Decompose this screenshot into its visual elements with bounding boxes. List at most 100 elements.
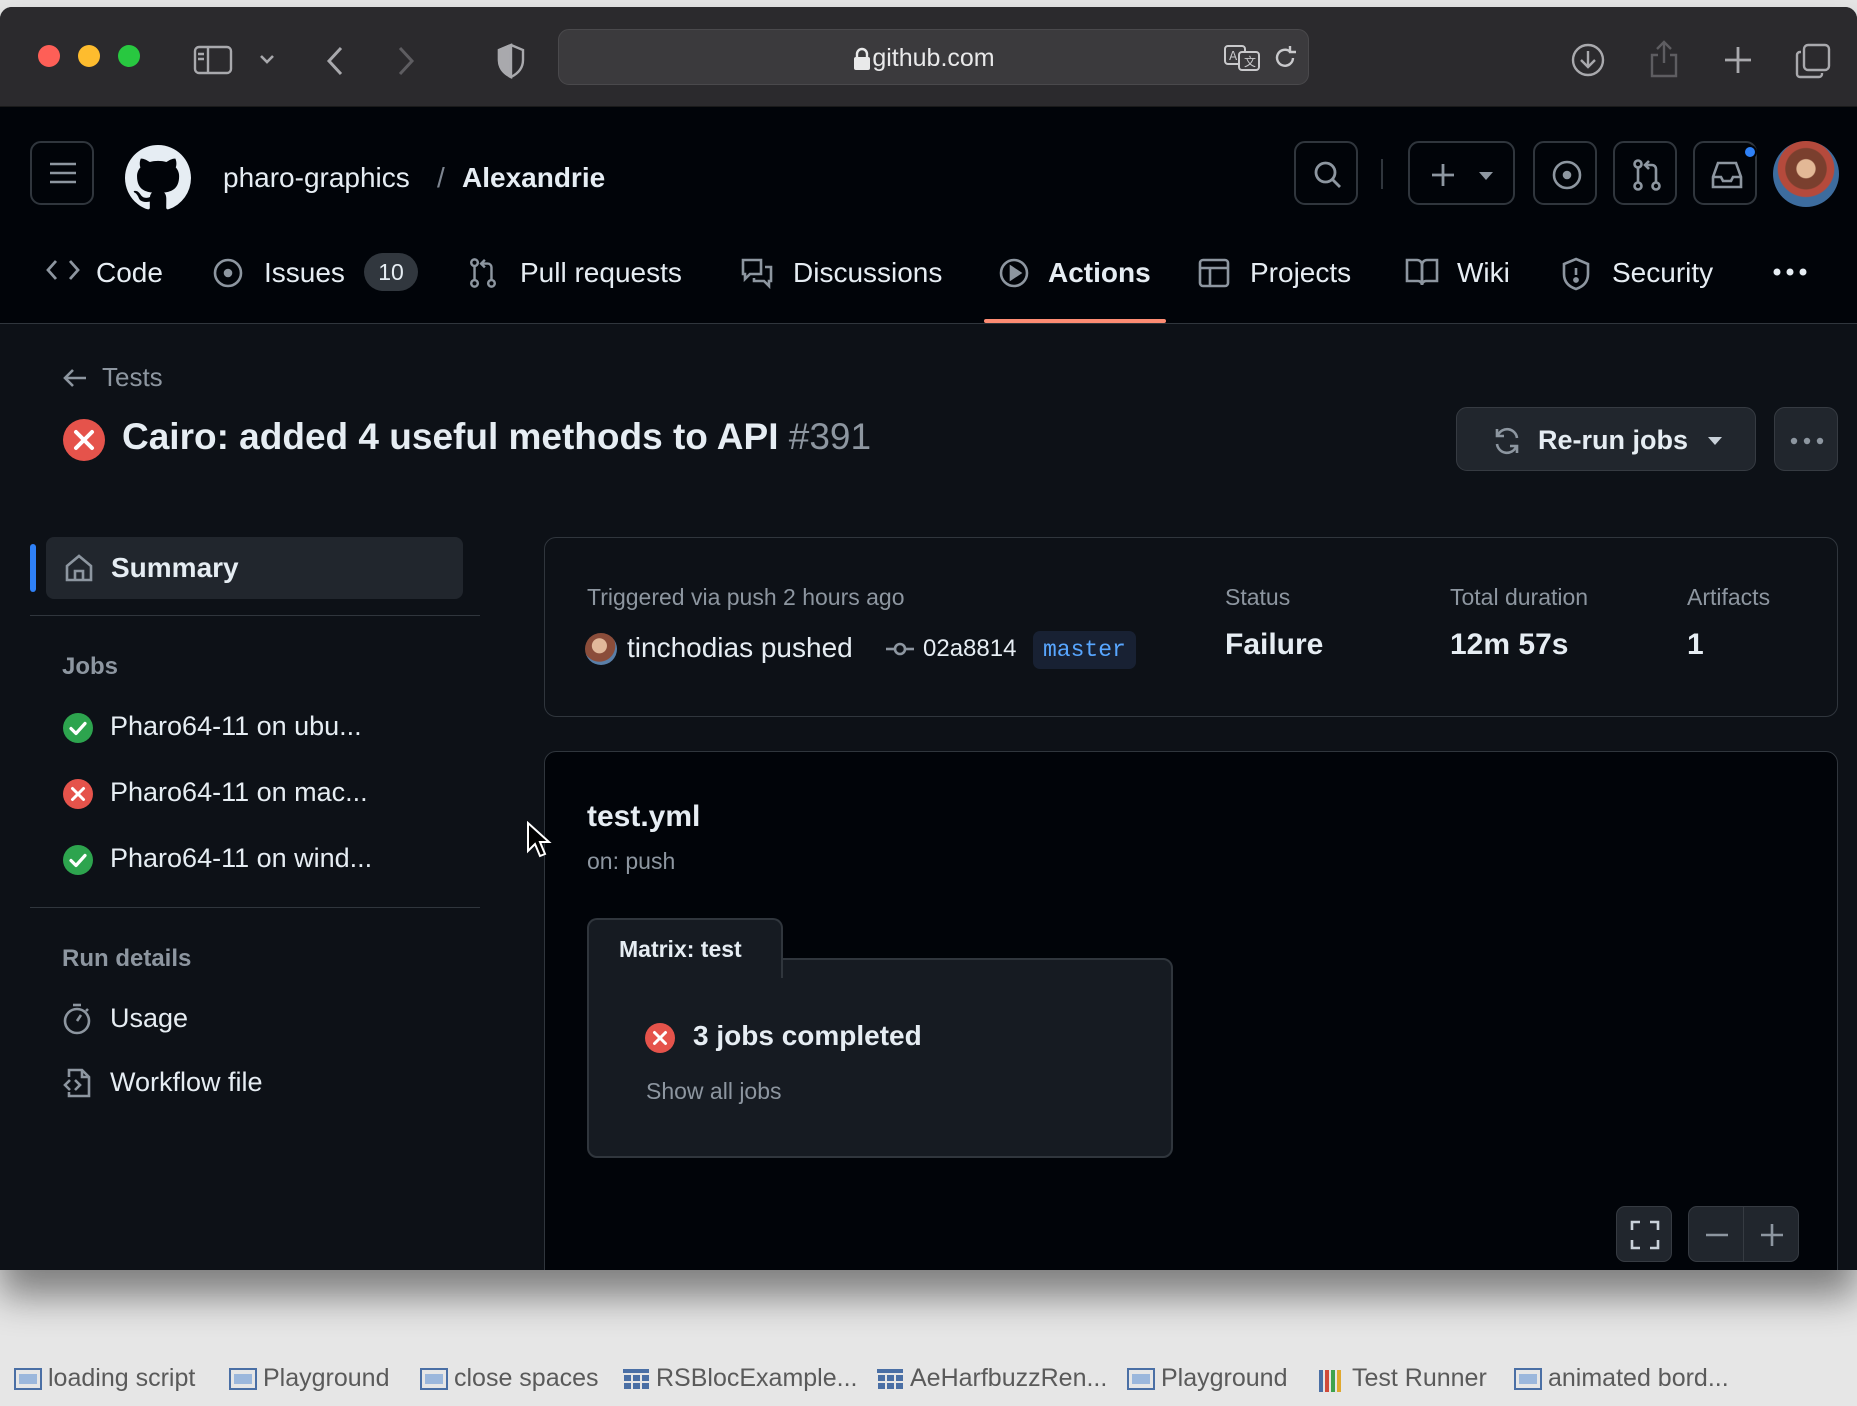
matrix-label: Matrix: test — [619, 936, 742, 962]
pull-requests-button[interactable] — [1613, 141, 1677, 205]
taskbar-item-label: AeHarfbuzzRen... — [910, 1364, 1108, 1392]
fullscreen-button[interactable] — [1616, 1206, 1672, 1262]
issue-opened-icon — [1552, 160, 1582, 190]
sidebar-item-summary[interactable]: Summary — [46, 537, 463, 599]
taskbar-item-label: animated bord... — [1548, 1364, 1729, 1392]
tab-wiki-label: Wiki — [1457, 257, 1510, 288]
repo-owner-link[interactable]: pharo-graphics — [223, 162, 410, 194]
check-circle-fill-icon — [63, 845, 93, 875]
tab-actions-label: Actions — [1048, 257, 1151, 288]
address-bar[interactable]: github.com A文 — [558, 29, 1309, 85]
sidebar-job-item[interactable]: Pharo64-11 on mac... — [62, 775, 462, 811]
sidebar-job-item[interactable]: Pharo64-11 on ubu... — [62, 709, 462, 745]
tab-discussions[interactable]: Discussions — [740, 253, 950, 293]
tab-projects[interactable]: Projects — [1198, 253, 1368, 293]
test-runner-icon — [1319, 1370, 1341, 1392]
header-divider — [1381, 159, 1383, 189]
git-pull-request-icon — [1633, 159, 1661, 191]
show-all-jobs-link[interactable]: Show all jobs — [646, 1078, 782, 1105]
taskbar-item-label: Playground — [1161, 1364, 1288, 1392]
window-icon — [1514, 1368, 1542, 1390]
tab-issues-label: Issues — [264, 257, 345, 288]
close-window-button[interactable] — [38, 45, 60, 67]
artifacts-value[interactable]: 1 — [1687, 628, 1704, 662]
translate-icon[interactable]: A文 — [1223, 44, 1261, 72]
run-details-heading: Run details — [62, 945, 192, 972]
sidebar-item-workflow-file[interactable]: Workflow file — [62, 1065, 462, 1101]
pushed-by-text[interactable]: tinchodias pushed — [627, 632, 853, 664]
taskbar-item-label: loading script — [48, 1364, 196, 1392]
sidebar-toggle-icon[interactable] — [193, 45, 233, 75]
avatar[interactable] — [585, 633, 617, 665]
avatar[interactable] — [1773, 141, 1839, 207]
duration-value: 12m 57s — [1450, 628, 1569, 661]
active-tab-indicator — [984, 319, 1166, 323]
workflow-file-name: test.yml — [587, 800, 701, 833]
caret-down-icon — [1708, 437, 1722, 445]
downloads-icon[interactable] — [1570, 42, 1606, 78]
rerun-jobs-button[interactable]: Re-run jobs — [1456, 407, 1756, 471]
tab-actions[interactable]: Actions — [998, 253, 1158, 293]
hamburger-icon — [50, 162, 76, 184]
tab-projects-label: Projects — [1250, 257, 1352, 288]
github-logo-icon[interactable] — [125, 145, 191, 211]
minimize-window-button[interactable] — [78, 45, 100, 67]
browser-toolbar: github.com A文 — [0, 7, 1857, 107]
branch-label[interactable]: master — [1033, 631, 1136, 669]
tab-security[interactable]: Security — [1561, 253, 1731, 293]
page-title: Cairo: added 4 useful methods to API #39… — [122, 416, 871, 458]
sidebar-item-usage[interactable]: Usage — [62, 1001, 462, 1037]
git-commit-icon — [886, 642, 914, 656]
reload-icon[interactable] — [1272, 45, 1298, 71]
job-label: Pharo64-11 on ubu... — [110, 711, 362, 741]
run-more-options-button[interactable] — [1774, 407, 1838, 471]
matrix-job-box[interactable]: 3 jobs completed Show all jobs — [587, 958, 1173, 1158]
issues-button[interactable] — [1533, 141, 1597, 205]
svg-text:A: A — [1229, 49, 1238, 63]
sidebar-job-item[interactable]: Pharo64-11 on wind... — [62, 841, 462, 877]
rerun-jobs-label: Re-run jobs — [1538, 425, 1689, 455]
file-code-icon — [63, 1068, 91, 1098]
zoom-in-button[interactable] — [1743, 1206, 1799, 1262]
taskbar: loading script Playground close spaces R… — [0, 1352, 1857, 1406]
create-new-button[interactable] — [1408, 141, 1515, 205]
shield-icon[interactable] — [496, 43, 526, 79]
jobs-completed-text: 3 jobs completed — [693, 1020, 922, 1051]
back-icon[interactable] — [324, 45, 346, 77]
window-icon — [229, 1368, 257, 1390]
sidebar-divider — [30, 615, 480, 616]
kebab-horizontal-icon — [1790, 437, 1824, 445]
zoom-out-button[interactable] — [1688, 1206, 1744, 1262]
play-icon — [999, 258, 1029, 288]
url-text: github.com — [872, 44, 995, 72]
tab-security-label: Security — [1612, 257, 1714, 288]
tab-pull-requests[interactable]: Pull requests — [468, 253, 698, 293]
share-icon[interactable] — [1648, 39, 1680, 79]
svg-text:文: 文 — [1244, 54, 1256, 69]
search-icon — [1314, 161, 1341, 188]
sidebar-item-workflow-file-label: Workflow file — [110, 1067, 263, 1097]
tab-overview-icon[interactable] — [1795, 43, 1831, 79]
commit-sha-link[interactable]: 02a8814 — [923, 635, 1016, 663]
x-circle-fill-icon — [63, 779, 93, 809]
inbox-icon — [1711, 161, 1743, 189]
tab-discussions-label: Discussions — [793, 257, 943, 288]
matrix-tab: Matrix: test — [587, 918, 783, 978]
tab-wiki[interactable]: Wiki — [1405, 253, 1525, 293]
search-button[interactable] — [1294, 141, 1358, 205]
check-circle-fill-icon — [63, 713, 93, 743]
menu-button[interactable] — [30, 141, 94, 205]
forward-icon[interactable] — [395, 45, 417, 77]
tab-issues[interactable]: Issues — [212, 253, 362, 293]
zoom-window-button[interactable] — [118, 45, 140, 67]
fullscreen-icon — [1630, 1220, 1660, 1250]
tab-code[interactable]: Code — [46, 253, 166, 293]
sidebar-divider — [30, 907, 480, 908]
more-tabs-icon[interactable] — [1772, 267, 1808, 277]
mouse-cursor-icon — [527, 821, 552, 858]
chevron-down-icon[interactable] — [258, 53, 276, 65]
repo-name-link[interactable]: Alexandrie — [462, 162, 605, 194]
x-circle-fill-icon — [62, 418, 106, 462]
new-tab-icon[interactable] — [1722, 44, 1754, 76]
back-link-label: Tests — [102, 362, 163, 392]
